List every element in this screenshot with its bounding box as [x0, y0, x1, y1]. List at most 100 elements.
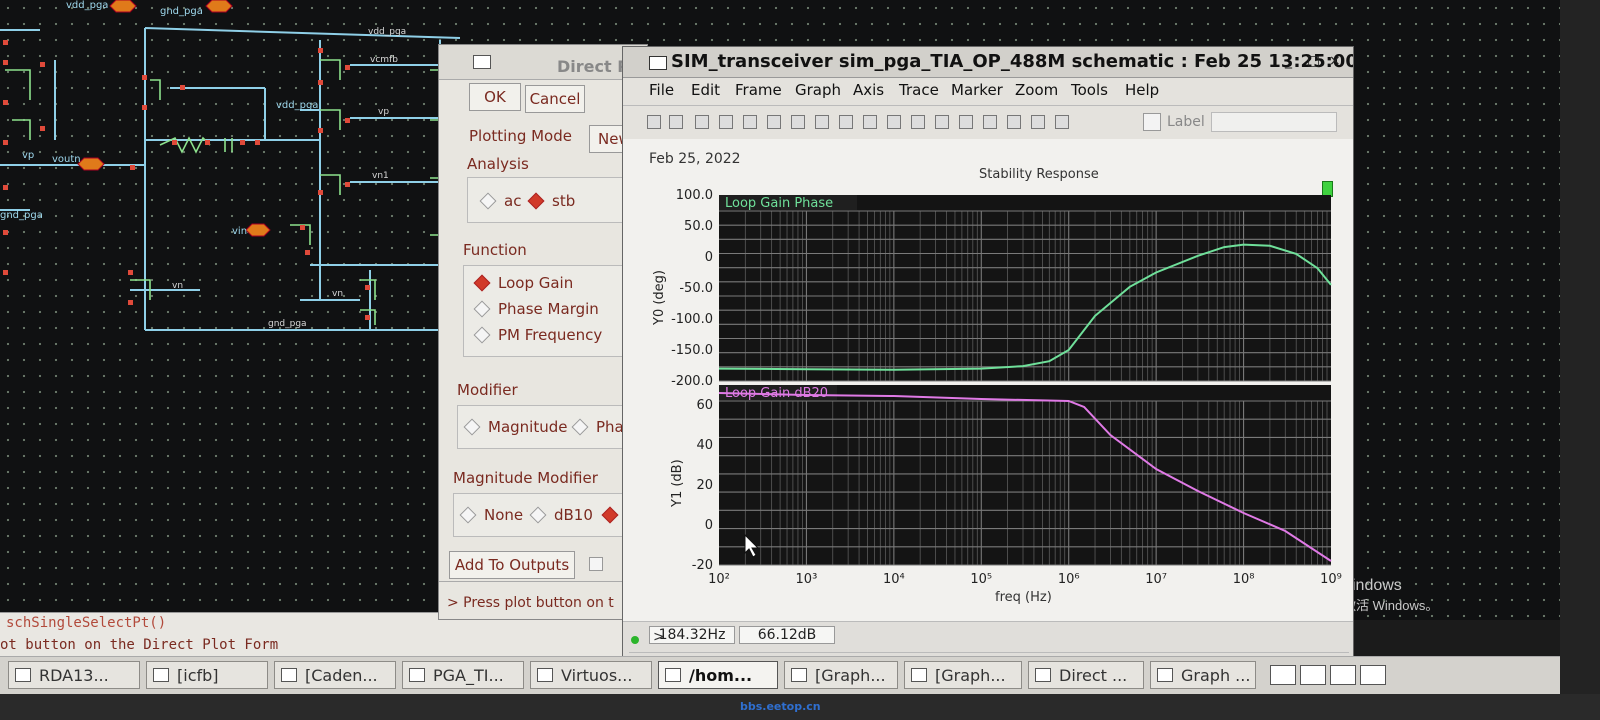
direct-plot-titlebar[interactable]: Direct Pl [439, 45, 647, 80]
ciw-prompt-line: ot button on the Direct Plot Form [0, 637, 279, 653]
mag-modifier-radio-none[interactable]: None [459, 506, 524, 524]
ok-button[interactable]: OK [469, 83, 521, 111]
modifier-radio-magnitude[interactable]: Magnitude [463, 418, 567, 436]
zoom-y-icon[interactable] [1031, 115, 1045, 129]
menu-help[interactable]: Help [1125, 81, 1159, 99]
taskbar-item[interactable]: [Graph... [904, 661, 1022, 689]
function-radio-pm-frequency[interactable]: PM Frequency [473, 326, 602, 344]
taskbar-item[interactable]: [icfb] [146, 661, 268, 689]
radio-diamond-icon [571, 418, 589, 436]
print-icon[interactable] [647, 115, 661, 129]
menu-frame[interactable]: Frame [735, 81, 782, 99]
net-label: vcmfb [370, 55, 398, 65]
taskbar-item[interactable]: PGA_TI... [402, 661, 524, 689]
window-icon [1035, 668, 1051, 682]
menu-marker[interactable]: Marker [951, 81, 1003, 99]
taskbar-item[interactable]: /hom... [658, 661, 778, 689]
magnitude-modifier-group: None dB10 d [453, 493, 647, 537]
gain-yticks: 60 40 20 0 -20 [692, 398, 713, 573]
radio-diamond-icon [473, 326, 491, 344]
radio-label: None [484, 506, 524, 524]
label-icon[interactable] [911, 115, 925, 129]
menu-file[interactable]: File [649, 81, 674, 99]
cancel-button[interactable]: Cancel [525, 85, 585, 113]
taskbar-item[interactable]: [Caden... [274, 661, 396, 689]
calculator-icon[interactable] [935, 115, 949, 129]
taskbar-item-label: RDA13... [39, 665, 109, 685]
move-icon[interactable] [815, 115, 829, 129]
taskbar-item-label: Graph ... [1181, 665, 1251, 685]
radio-label: stb [552, 192, 576, 210]
delete-icon[interactable] [959, 115, 973, 129]
workspace-switch-button[interactable] [1300, 665, 1326, 685]
window-icon [473, 55, 491, 69]
zoom-fit-icon[interactable] [983, 115, 997, 129]
label-input[interactable] [1211, 112, 1337, 132]
net-label: vn1 [372, 171, 389, 181]
y-tick-label: -20 [692, 558, 713, 573]
plot-area[interactable]: Feb 25, 2022 Stability Response Loop Gai… [623, 139, 1353, 621]
x-tick-label: 10⁴ [883, 572, 905, 587]
analysis-radio-ac[interactable]: ac [479, 192, 521, 210]
menu-graph[interactable]: Graph [795, 81, 841, 99]
taskbar-item-label: [Graph... [935, 665, 1006, 685]
net-label: vdd_pga [276, 100, 318, 111]
zoom-x-icon[interactable] [1007, 115, 1021, 129]
grid-icon[interactable] [695, 115, 709, 129]
image-icon[interactable] [669, 115, 683, 129]
menu-axis[interactable]: Axis [853, 81, 884, 99]
graph-window: SIM_transceiver sim_pga_TIA_OP_488M sche… [622, 46, 1354, 662]
ciw-command-line: schSingleSelectPt() [6, 615, 167, 631]
x-tick-labels: 10² 10³ 10⁴ 10⁵ 10⁶ 10⁷ 10⁸ 10⁹ [708, 572, 1342, 587]
function-radio-loop-gain[interactable]: Loop Gain [473, 274, 574, 292]
x-tick-label: 10⁶ [1058, 572, 1080, 587]
radio-diamond-selected-icon [473, 274, 491, 292]
subwindow-icon[interactable] [743, 115, 757, 129]
zoom-box-icon[interactable] [1055, 115, 1069, 129]
split-icon[interactable] [791, 115, 805, 129]
graph-window-titlebar[interactable]: SIM_transceiver sim_pga_TIA_OP_488M sche… [623, 47, 1353, 78]
net-label: voutn [52, 154, 81, 165]
radio-diamond-selected-icon [527, 192, 545, 210]
strip-icon[interactable] [719, 115, 733, 129]
new-window-icon[interactable] [767, 115, 781, 129]
y-tick-label: 0 [705, 250, 713, 265]
command-line-prompt[interactable]: > [653, 629, 665, 645]
function-radio-phase-margin[interactable]: Phase Margin [473, 300, 599, 318]
radio-label: dB10 [554, 506, 593, 524]
delta-marker-icon[interactable] [887, 115, 901, 129]
taskbar-item[interactable]: Direct ... [1028, 661, 1144, 689]
taskbar-item[interactable]: [Graph... [784, 661, 898, 689]
close-icon[interactable]: × [1329, 53, 1341, 69]
x-tick-label: 10⁹ [1320, 572, 1342, 587]
add-to-outputs-checkbox[interactable] [589, 557, 603, 571]
net-label: gnd_pga [268, 319, 307, 329]
analysis-radio-stb[interactable]: stb [527, 192, 576, 210]
menu-edit[interactable]: Edit [691, 81, 720, 99]
trace-icon[interactable] [839, 115, 853, 129]
net-label: vp [378, 107, 389, 117]
workspace-switch-button[interactable] [1330, 665, 1356, 685]
taskbar-item[interactable]: Graph ... [1150, 661, 1256, 689]
maximize-icon[interactable]: □ [1307, 53, 1320, 69]
menu-trace[interactable]: Trace [899, 81, 939, 99]
mag-modifier-radio-db10[interactable]: dB10 [529, 506, 593, 524]
radio-label: Loop Gain [498, 274, 574, 292]
minimize-icon[interactable]: _ [1285, 53, 1292, 69]
net-label: vdd_pga [368, 27, 406, 37]
label-checkbox[interactable] [1143, 113, 1161, 131]
direct-plot-form: Direct Pl OK Cancel Plotting Mode New An… [438, 44, 648, 620]
marker-icon[interactable] [863, 115, 877, 129]
workspace-switch-button[interactable] [1360, 665, 1386, 685]
x-tick-label: 10⁸ [1233, 572, 1255, 587]
taskbar-item[interactable]: RDA13... [8, 661, 140, 689]
add-to-outputs-button[interactable]: Add To Outputs [449, 551, 575, 579]
label-checkbox-text: Label [1167, 114, 1205, 130]
workspace-switch-button[interactable] [1270, 665, 1296, 685]
menu-zoom[interactable]: Zoom [1015, 81, 1058, 99]
taskbar-item[interactable]: Virtuos... [530, 661, 652, 689]
x-tick-label: 10² [708, 572, 730, 587]
taskbar-item-label: [Graph... [815, 665, 886, 685]
plotting-mode-label: Plotting Mode [469, 127, 572, 145]
menu-tools[interactable]: Tools [1071, 81, 1108, 99]
